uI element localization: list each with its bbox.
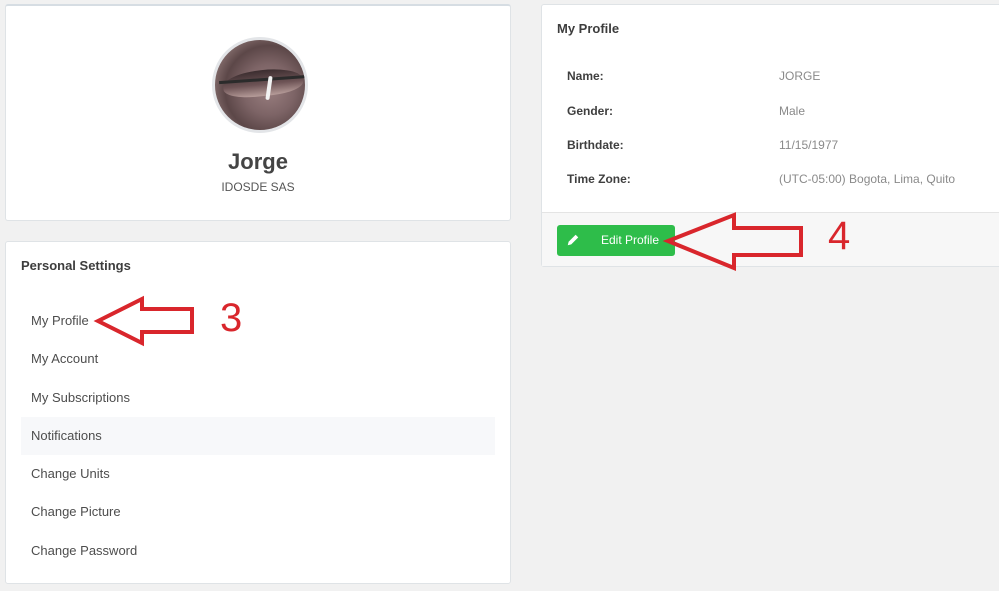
settings-item-change-units[interactable]: Change Units	[21, 455, 495, 493]
edit-profile-button[interactable]: Edit Profile	[557, 225, 675, 256]
annotation-arrow-edit-profile	[662, 212, 803, 271]
settings-item-notifications[interactable]: Notifications	[21, 416, 495, 456]
field-label-birthdate: Birthdate:	[567, 138, 624, 152]
personal-settings-title: Personal Settings	[21, 258, 131, 273]
user-company: IDOSDE SAS	[221, 180, 295, 194]
annotation-arrow-my-profile	[93, 295, 194, 347]
settings-menu: My Profile My Account My Subscriptions N…	[21, 302, 495, 570]
pencil-icon	[567, 234, 579, 246]
user-name: Jorge	[228, 149, 288, 174]
settings-item-my-profile[interactable]: My Profile	[21, 302, 495, 340]
field-value-gender: Male	[779, 104, 806, 118]
settings-item-change-password[interactable]: Change Password	[21, 532, 495, 570]
profile-summary-card: Jorge IDOSDE SAS	[5, 4, 511, 221]
field-label-gender: Gender:	[567, 104, 614, 118]
settings-item-my-account[interactable]: My Account	[21, 340, 495, 378]
edit-profile-label: Edit Profile	[601, 233, 660, 247]
field-label-name: Name:	[567, 69, 604, 83]
settings-item-change-picture[interactable]: Change Picture	[21, 493, 495, 531]
field-value-name: JORGE	[779, 69, 821, 83]
settings-item-my-subscriptions[interactable]: My Subscriptions	[21, 379, 495, 417]
avatar[interactable]	[212, 37, 308, 133]
personal-settings-card: Personal Settings My Profile My Account …	[5, 241, 511, 584]
annotation-number-3: 3	[220, 296, 243, 340]
field-label-time-zone: Time Zone:	[567, 172, 631, 186]
field-value-birthdate: 11/15/1977	[779, 138, 839, 152]
field-value-time-zone: (UTC-05:00) Bogota, Lima, Quito	[779, 172, 956, 186]
my-profile-title: My Profile	[557, 21, 620, 36]
annotation-number-4: 4	[828, 214, 851, 258]
